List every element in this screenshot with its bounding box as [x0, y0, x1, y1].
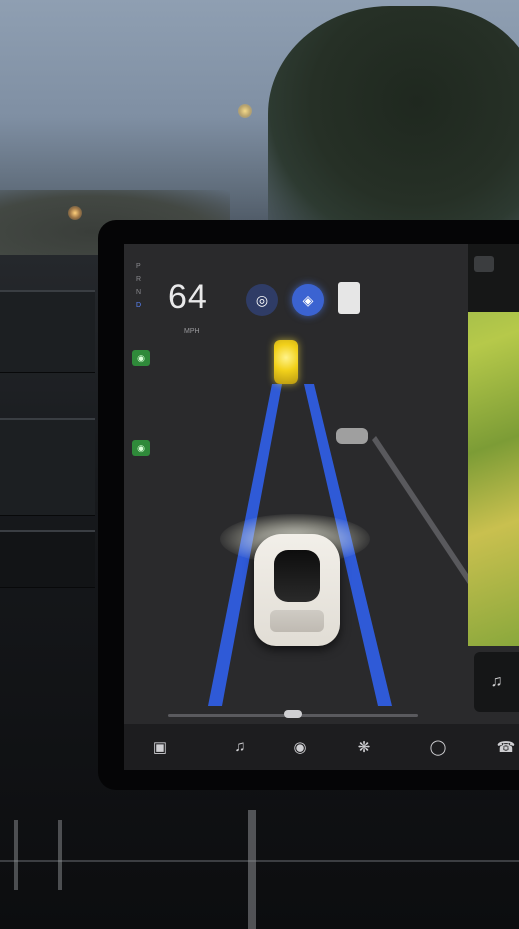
camera-icon[interactable]: ◉: [290, 738, 310, 756]
phone-icon[interactable]: ☎: [496, 738, 516, 756]
bottom-taskbar: [124, 724, 519, 770]
dash-trim-line: [0, 860, 519, 862]
tree-silhouette-right: [268, 6, 519, 246]
car-icon[interactable]: ▣: [150, 738, 170, 756]
map-header: [468, 244, 519, 312]
app-icon[interactable]: ◯: [428, 738, 448, 756]
media-player-card[interactable]: ♫: [474, 652, 519, 712]
ego-vehicle-roof: [274, 550, 320, 602]
lane-visualization: [208, 384, 468, 706]
adjacent-vehicle: [336, 428, 368, 444]
air-vent-lower: [0, 530, 95, 588]
lead-vehicle: [274, 340, 298, 384]
seat-frame: [14, 820, 62, 890]
map-search-icon[interactable]: [474, 256, 494, 272]
music-note-icon: ♫: [490, 673, 503, 690]
lane-line-far-right: [372, 436, 468, 584]
photo-scene: P R N D 64 MPH ◎ ◈ ◉ ◉ ♫ ▣ ♫ ◉ ❋ ◯ ☎: [0, 0, 519, 929]
music-icon[interactable]: ♫: [230, 738, 250, 755]
ego-vehicle: [254, 534, 340, 646]
lane-change-handle: [284, 710, 302, 718]
moon: [238, 104, 252, 118]
distant-light: [68, 206, 82, 220]
air-vent-upper: [0, 290, 95, 373]
fan-icon[interactable]: ❋: [354, 738, 374, 756]
ego-vehicle-rear: [270, 610, 324, 632]
touchscreen: P R N D 64 MPH ◎ ◈ ◉ ◉ ♫ ▣ ♫ ◉ ❋ ◯ ☎: [124, 244, 519, 770]
air-vent-middle: [0, 418, 95, 516]
steering-column: [248, 810, 256, 929]
